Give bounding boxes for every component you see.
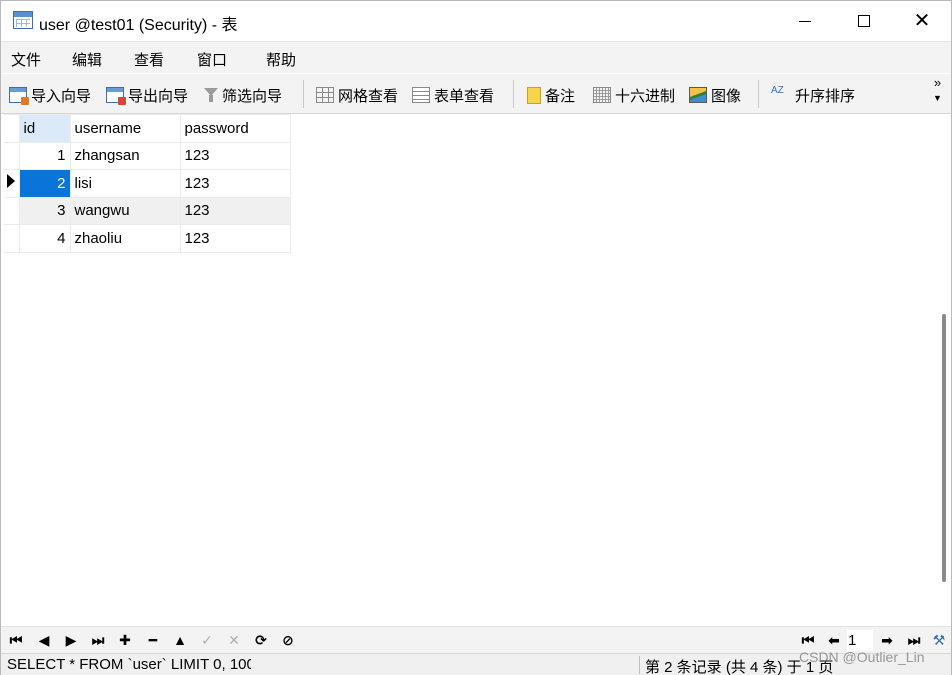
window-title: user @test01 (Security) - 表 [39,17,238,34]
cell-username[interactable]: zhangsan [69,141,181,170]
export-wizard-button[interactable]: 导出向导 [106,84,188,106]
data-table: id username password 1 zhangsan 123 2 li… [4,114,291,253]
sort-ascending-button[interactable]: AZ 升序排序 [771,84,855,106]
cell-password[interactable]: 123 [179,196,291,225]
move-up-button[interactable]: ▲ [171,631,189,649]
cell-password[interactable]: 123 [179,141,291,170]
current-row-arrow-icon [7,174,15,189]
grid-view-label: 网格查看 [338,87,399,105]
import-wizard-button[interactable]: 导入向导 [9,84,91,106]
menu-help[interactable]: 帮助 [266,49,296,70]
cell-id[interactable]: 2 [18,169,71,198]
prev-record-button[interactable]: ◀ [35,631,53,649]
menu-file[interactable]: 文件 [11,49,41,70]
column-header-id[interactable]: id [18,114,71,143]
sort-ascending-label: 升序排序 [795,87,856,105]
app-window: user @test01 (Security) - 表 ✕ 文件 编辑 查看 窗… [0,0,952,675]
close-icon: ✕ [913,10,931,32]
cell-username[interactable]: wangwu [69,196,181,225]
form-icon [412,87,430,103]
cell-id[interactable]: 3 [18,196,71,225]
refresh-button[interactable]: ⟳ [252,631,270,649]
add-record-button[interactable]: ✚ [116,631,134,649]
data-grid[interactable]: id username password 1 zhangsan 123 2 li… [4,114,950,626]
import-icon [9,87,29,105]
settings-tools-icon[interactable]: ⚒ [930,631,948,649]
row-marker[interactable] [4,169,20,198]
status-divider [639,656,640,674]
table-row-selected[interactable]: 2 lisi 123 [4,169,291,198]
cell-password[interactable]: 123 [179,169,291,198]
cell-password[interactable]: 123 [179,224,291,253]
form-view-button[interactable]: 表单查看 [412,84,494,106]
toolbar-divider [513,80,514,108]
last-record-button[interactable]: ⏭ [89,631,107,649]
export-wizard-label: 导出向导 [128,87,189,105]
hex-button[interactable]: 十六进制 [593,84,675,106]
cell-username[interactable]: lisi [69,169,181,198]
form-view-label: 表单查看 [434,87,495,105]
dropdown-arrow-icon: ▼ [933,93,942,103]
memo-label: 备注 [545,87,576,105]
grid-icon [316,87,334,103]
toolbar: 导入向导 导出向导 筛选向导 网格查看 表单查看 备注 十六进制 图像 AZ 升… [1,74,951,114]
cell-username[interactable]: zhaoliu [69,224,181,253]
cell-id[interactable]: 4 [18,224,71,253]
discard-changes-button[interactable]: ✕ [225,631,243,649]
table-row[interactable]: 1 zhangsan 123 [4,141,291,170]
menu-view[interactable]: 查看 [134,49,164,70]
menu-edit[interactable]: 编辑 [72,49,102,70]
menu-window[interactable]: 窗口 [197,49,227,70]
first-record-button[interactable]: ⏮ [7,631,25,649]
memo-button[interactable]: 备注 [527,84,575,106]
menu-bar: 文件 编辑 查看 窗口 帮助 [1,41,951,73]
table-icon [13,11,33,29]
filter-wizard-button[interactable]: 筛选向导 [204,84,282,106]
header-row: id username password [4,114,291,143]
last-page-button[interactable]: ⏭ [905,631,923,649]
first-page-button[interactable]: ⏮ [799,631,817,649]
row-marker[interactable] [4,196,20,225]
filter-wizard-label: 筛选向导 [222,87,283,105]
hex-icon [593,87,611,103]
watermark: CSDN @Outlier_Lin [799,649,925,665]
toolbar-divider [758,80,759,108]
close-button[interactable]: ✕ [893,1,951,41]
row-marker[interactable] [4,141,20,170]
column-header-password[interactable]: password [179,114,291,143]
hex-label: 十六进制 [615,87,676,105]
note-icon [527,86,541,104]
grid-view-button[interactable]: 网格查看 [316,84,398,106]
apply-changes-button[interactable]: ✓ [198,631,216,649]
row-marker-header [4,114,20,143]
table-row[interactable]: 3 wangwu 123 [4,196,291,225]
table-row[interactable]: 4 zhaoliu 123 [4,224,291,253]
toolbar-overflow-button[interactable]: » ▼ [933,76,942,105]
column-header-username[interactable]: username [69,114,181,143]
image-icon [689,87,707,103]
export-icon [106,87,126,105]
next-record-button[interactable]: ▶ [62,631,80,649]
page-number-input[interactable]: 1 [847,630,873,651]
toolbar-divider [303,80,304,108]
title-bar[interactable]: user @test01 (Security) - 表 ✕ [1,1,951,41]
next-page-button[interactable]: ➡ [878,631,896,649]
sort-ascending-icon: AZ [771,85,784,96]
prev-page-button[interactable]: ⬅ [825,631,843,649]
chevron-right-icon: » [933,75,942,90]
cell-id[interactable]: 1 [18,141,71,170]
maximize-icon [858,15,870,27]
image-button[interactable]: 图像 [689,84,741,106]
delete-record-button[interactable]: ━ [144,631,162,649]
image-label: 图像 [711,87,742,105]
vertical-scrollbar[interactable] [942,314,946,582]
row-marker[interactable] [4,224,20,253]
minimize-button[interactable] [776,1,834,41]
filter-icon [204,87,218,103]
minimize-icon [799,20,811,22]
stop-button[interactable]: ⊘ [279,631,297,649]
import-wizard-label: 导入向导 [31,87,92,105]
sql-query-text: SELECT * FROM `user` LIMIT 0, 1000 [7,656,251,673]
maximize-button[interactable] [835,1,893,41]
